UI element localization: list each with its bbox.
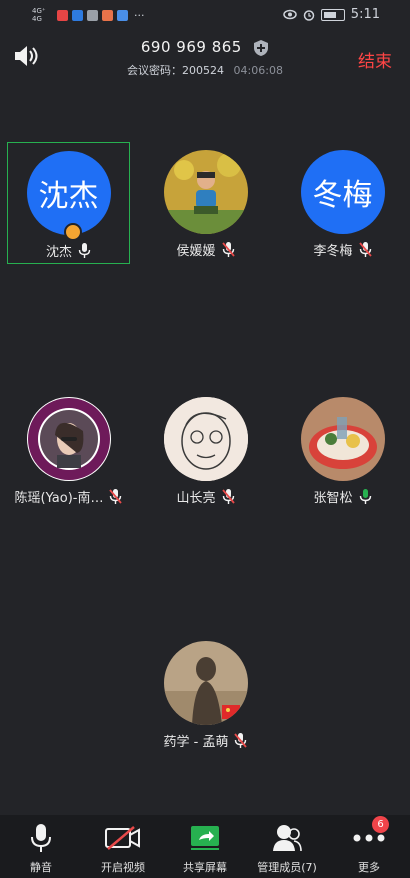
end-meeting-button[interactable]: 结束 bbox=[358, 47, 392, 72]
participant-name-row: 李冬梅 bbox=[281, 240, 404, 259]
meeting-id-row[interactable]: 690 969 865 bbox=[0, 38, 410, 57]
participant-tile[interactable]: 山长亮 bbox=[144, 389, 267, 511]
participant-tile[interactable]: 药学 - 孟萌 bbox=[144, 633, 267, 755]
share-screen-button[interactable]: 共享屏幕 bbox=[164, 815, 246, 878]
participant-name-row: 侯媛媛 bbox=[144, 240, 267, 259]
avatar bbox=[163, 150, 248, 234]
app-notification-icon bbox=[72, 9, 83, 21]
meeting-id: 690 969 865 bbox=[140, 38, 242, 56]
app-notification-icon bbox=[57, 9, 68, 21]
app-notification-icon bbox=[102, 9, 113, 21]
participant-name: 陈瑶(Yao)-南… bbox=[14, 491, 104, 506]
avatar-photo bbox=[300, 397, 385, 481]
shield-icon[interactable] bbox=[253, 39, 269, 57]
participant-name-row: 山长亮 bbox=[144, 487, 267, 506]
participant-tile[interactable]: 侯媛媛 bbox=[144, 142, 267, 264]
password-label: 会议密码： bbox=[127, 64, 183, 77]
avatar-drawing bbox=[163, 397, 248, 481]
participant-name: 山长亮 bbox=[176, 491, 216, 506]
network-indicator: 4G⁺ 4G bbox=[32, 7, 46, 23]
participant-tile[interactable]: 冬梅 李冬梅 bbox=[281, 142, 404, 264]
mic-icon bbox=[31, 824, 51, 852]
clock: 5:11 bbox=[350, 7, 380, 22]
participant-name: 李冬梅 bbox=[313, 244, 353, 259]
avatar: 沈杰 bbox=[26, 151, 111, 235]
participant-name-row: 张智松 bbox=[281, 487, 404, 506]
mic-muted-icon bbox=[221, 241, 235, 257]
avatar bbox=[300, 397, 385, 481]
battery-icon bbox=[320, 8, 345, 21]
notification-icons: ··· bbox=[57, 8, 145, 22]
participant-name-row: 沈杰 bbox=[8, 241, 129, 260]
participant-name: 药学 - 孟萌 bbox=[163, 735, 229, 750]
more-button[interactable]: 6 更多 bbox=[328, 815, 410, 878]
avatar-photo bbox=[163, 641, 248, 725]
status-bar: 4G⁺ 4G ··· 5:11 bbox=[0, 0, 410, 30]
alarm-icon bbox=[303, 9, 315, 21]
more-label: 更多 bbox=[358, 861, 380, 874]
video-off-icon bbox=[105, 826, 140, 850]
avatar-photo bbox=[163, 150, 248, 234]
wechat-icon bbox=[87, 9, 98, 21]
network-label-1: 4G⁺ bbox=[32, 7, 46, 15]
password-row: 会议密码：200524 04:06:08 bbox=[0, 62, 410, 78]
avatar bbox=[26, 397, 111, 481]
mic-on-icon bbox=[359, 488, 371, 504]
share-screen-icon bbox=[191, 826, 219, 850]
mic-muted-icon bbox=[109, 488, 123, 504]
manage-members-button[interactable]: 管理成员(7) bbox=[246, 815, 328, 878]
meeting-password: 200524 bbox=[182, 64, 225, 77]
start-video-button[interactable]: 开启视频 bbox=[82, 815, 164, 878]
mic-muted-icon bbox=[221, 488, 235, 504]
share-screen-label: 共享屏幕 bbox=[183, 861, 227, 874]
participant-name: 张智松 bbox=[313, 491, 353, 506]
participant-tile[interactable]: 陈瑶(Yao)-南… bbox=[7, 389, 130, 511]
participant-name: 侯媛媛 bbox=[176, 244, 216, 259]
mic-on-icon bbox=[78, 242, 91, 258]
app-notification-icon bbox=[117, 9, 128, 21]
participant-name-row: 药学 - 孟萌 bbox=[144, 731, 267, 750]
participant-tile[interactable]: 张智松 bbox=[281, 389, 404, 511]
mic-muted-icon bbox=[358, 241, 372, 257]
participant-name: 沈杰 bbox=[45, 245, 72, 260]
meeting-duration: 04:06:08 bbox=[233, 64, 283, 77]
avatar: 冬梅 bbox=[300, 150, 385, 234]
notification-badge: 6 bbox=[372, 816, 389, 833]
participant-name-row: 陈瑶(Yao)-南… bbox=[7, 487, 130, 506]
participant-tile[interactable]: 沈杰 沈杰 bbox=[7, 142, 130, 264]
nankai-logo-avatar bbox=[27, 398, 110, 480]
meeting-toolbar: 静音 开启视频 共享屏幕 管理成员(7) 6 更多 bbox=[0, 815, 410, 878]
mute-button[interactable]: 静音 bbox=[0, 815, 82, 878]
network-label-2: 4G bbox=[32, 15, 42, 23]
status-right: 5:11 bbox=[283, 7, 380, 22]
mute-label: 静音 bbox=[30, 861, 52, 874]
start-video-label: 开启视频 bbox=[101, 861, 145, 874]
host-badge-icon bbox=[64, 223, 82, 241]
manage-members-label: 管理成员(7) bbox=[257, 861, 317, 874]
mic-muted-icon bbox=[234, 732, 248, 748]
more-icon bbox=[353, 834, 385, 842]
avatar bbox=[163, 641, 248, 725]
meeting-header: 690 969 865 会议密码：200524 04:06:08 结束 bbox=[0, 30, 410, 82]
avatar bbox=[163, 397, 248, 481]
eye-icon bbox=[283, 9, 297, 20]
members-icon bbox=[273, 825, 302, 852]
more-notifications-icon: ··· bbox=[134, 8, 145, 22]
